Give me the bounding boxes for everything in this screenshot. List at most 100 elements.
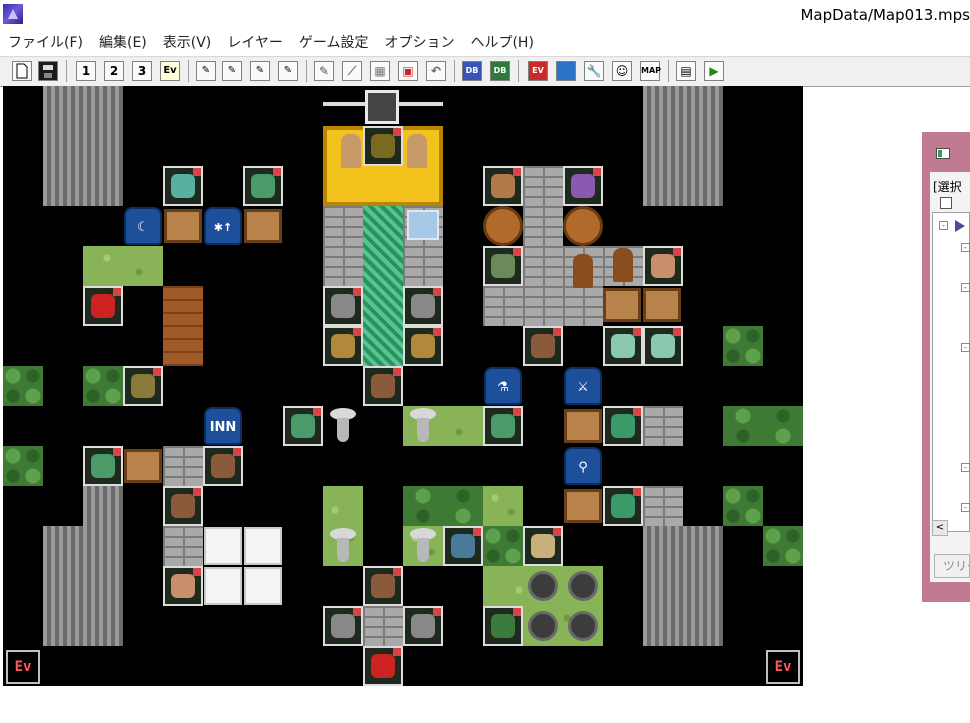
event-layer-button[interactable]: Ev: [160, 61, 180, 81]
door-event[interactable]: [363, 366, 403, 406]
npc-event[interactable]: [163, 166, 203, 206]
tree-expander[interactable]: -: [939, 221, 948, 230]
throne-back: [365, 90, 399, 124]
pillar: [408, 408, 438, 444]
bush-tile: [403, 486, 483, 526]
new-file-icon[interactable]: [12, 61, 32, 81]
layer-2-button[interactable]: 2: [104, 61, 124, 81]
npc-event[interactable]: [483, 606, 523, 646]
event-marker[interactable]: [83, 286, 123, 326]
npc-event[interactable]: [83, 446, 123, 486]
character-icon[interactable]: ☺: [612, 61, 632, 81]
tree-expander[interactable]: -: [961, 243, 970, 252]
save-icon[interactable]: [38, 61, 58, 81]
npc-event[interactable]: [123, 366, 163, 406]
app-icon[interactable]: [3, 4, 23, 24]
ev-marker[interactable]: Ev: [6, 650, 40, 684]
tree-expander[interactable]: -: [961, 283, 970, 292]
npc-event[interactable]: [603, 486, 643, 526]
npc-event[interactable]: [563, 166, 603, 206]
title-bar: MapData/Map013.mps: [0, 0, 970, 30]
counter-table: [244, 209, 282, 243]
menu-help[interactable]: ヘルプ(H): [462, 32, 541, 52]
user-database-icon[interactable]: DB: [462, 61, 482, 81]
statue-event[interactable]: [403, 286, 443, 326]
tree-expander[interactable]: -: [961, 503, 970, 512]
tileset-icon[interactable]: [556, 61, 576, 81]
tree-expander[interactable]: -: [961, 343, 970, 352]
window-icon[interactable]: ▤: [676, 61, 696, 81]
stone-wall-tile: [643, 526, 723, 646]
npc-event[interactable]: [643, 246, 683, 286]
map-settings-icon[interactable]: MAP: [640, 61, 661, 81]
pencil-icon[interactable]: ✎: [314, 61, 334, 81]
bed: [244, 567, 282, 605]
counter-table: [564, 489, 602, 523]
npc-event[interactable]: [483, 246, 523, 286]
event-tree[interactable]: - - - - - -: [932, 212, 970, 532]
npc-event[interactable]: [163, 566, 203, 606]
menu-bar: ファイル(F) 編集(E) 表示(V) レイヤー ゲーム設定 オプション ヘルプ…: [0, 30, 970, 54]
ev-marker[interactable]: Ev: [766, 650, 800, 684]
menu-game-settings[interactable]: ゲーム設定: [291, 32, 377, 52]
menu-options[interactable]: オプション: [376, 32, 462, 52]
npc-event[interactable]: [603, 406, 643, 446]
event-view-icon[interactable]: ✎: [278, 61, 298, 81]
bush-tile: [723, 326, 763, 366]
statue-event[interactable]: [323, 286, 363, 326]
wrench-icon[interactable]: 🔧: [584, 61, 604, 81]
bush-tile: [723, 406, 803, 446]
statue-event[interactable]: [403, 606, 443, 646]
event-marker[interactable]: [363, 646, 403, 686]
fill-tool-icon[interactable]: ▣: [398, 61, 418, 81]
selection-label: [選択: [933, 180, 962, 194]
window-title: MapData/Map013.mps: [800, 6, 970, 24]
npc-event[interactable]: [243, 166, 283, 206]
barrel-event[interactable]: [403, 326, 443, 366]
moon-sign-icon: ☾: [124, 207, 162, 245]
door-event[interactable]: [163, 486, 203, 526]
tree-checkbox[interactable]: [940, 197, 952, 209]
statue-event[interactable]: [323, 606, 363, 646]
stone-wall-tile: [43, 526, 123, 646]
play-icon[interactable]: ▶: [704, 61, 724, 81]
tree-expander[interactable]: -: [961, 463, 970, 472]
menu-view[interactable]: 表示(V): [155, 32, 220, 52]
tree-button[interactable]: ツリー: [934, 554, 970, 578]
pot: [568, 571, 598, 601]
bed: [244, 527, 282, 565]
chair: [341, 134, 361, 168]
layer-2-view-icon[interactable]: ✎: [222, 61, 242, 81]
npc-event[interactable]: [643, 326, 683, 366]
layer-1-view-icon[interactable]: ✎: [196, 61, 216, 81]
menu-edit[interactable]: 編集(E): [91, 32, 155, 52]
line-tool-icon[interactable]: ⟋: [342, 61, 362, 81]
stone-wall-tile: [643, 86, 723, 206]
barrel-event[interactable]: [323, 326, 363, 366]
door-event[interactable]: [523, 326, 563, 366]
npc-event[interactable]: [603, 326, 643, 366]
toolbar-separator: [454, 60, 455, 82]
npc-event[interactable]: [283, 406, 323, 446]
npc-event[interactable]: [483, 406, 523, 446]
npc-event[interactable]: [483, 166, 523, 206]
rect-tool-icon[interactable]: ▦: [370, 61, 390, 81]
layer-3-view-icon[interactable]: ✎: [250, 61, 270, 81]
player-start-event[interactable]: [443, 526, 483, 566]
menu-layer[interactable]: レイヤー: [219, 32, 291, 52]
system-database-icon[interactable]: DB: [490, 61, 510, 81]
layer-3-button[interactable]: 3: [132, 61, 152, 81]
king-event[interactable]: [363, 126, 403, 166]
undo-icon[interactable]: ↶: [426, 61, 446, 81]
scroll-left-icon[interactable]: <: [932, 520, 948, 536]
toolbar-separator: [668, 60, 669, 82]
map-canvas[interactable]: ☾ ✱↑ INN ⚗ ⚔ ⚲ Ev Ev: [3, 86, 803, 686]
common-event-icon[interactable]: EV: [528, 61, 548, 81]
staircase-tile: [83, 486, 123, 526]
door-event[interactable]: [203, 446, 243, 486]
npc-event[interactable]: [523, 526, 563, 566]
layer-1-button[interactable]: 1: [76, 61, 96, 81]
door-event[interactable]: [363, 566, 403, 606]
menu-file[interactable]: ファイル(F): [0, 32, 91, 52]
inn-sign: INN: [204, 407, 242, 445]
